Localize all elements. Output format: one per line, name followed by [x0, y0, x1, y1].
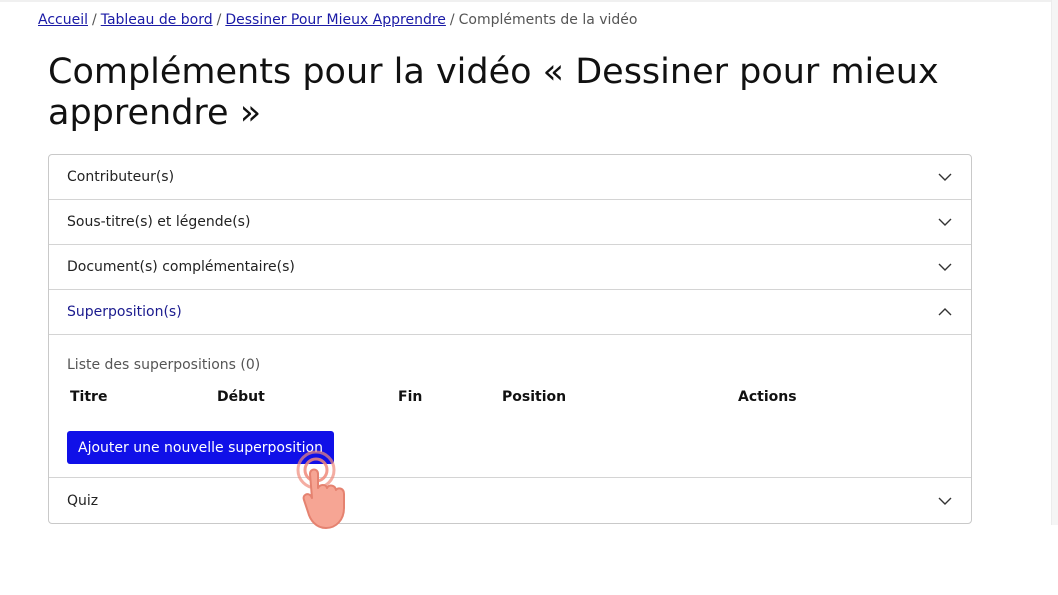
accordion-header-documents[interactable]: Document(s) complémentaire(s) — [49, 245, 971, 290]
column-header-position: Position — [502, 389, 567, 405]
completions-accordion: Contributeur(s) Sous-titre(s) et légende… — [48, 154, 972, 524]
column-header-title: Titre — [70, 389, 108, 405]
breadcrumb-link-home[interactable]: Accueil — [38, 12, 88, 28]
breadcrumb-current: Compléments de la vidéo — [458, 12, 638, 28]
overlays-list-title: Liste des superpositions (0) — [67, 357, 261, 373]
column-header-end: Fin — [398, 389, 423, 405]
hand-pointer-icon — [296, 450, 345, 529]
top-border — [0, 0, 1058, 2]
overlays-table-header: Titre Début Fin Position Actions — [67, 389, 953, 409]
accordion-header-label: Sous-titre(s) et légende(s) — [67, 214, 251, 230]
accordion-header-label: Superposition(s) — [67, 304, 182, 320]
accordion-header-label: Document(s) complémentaire(s) — [67, 259, 295, 275]
breadcrumb-link-video[interactable]: Dessiner Pour Mieux Apprendre — [225, 12, 446, 28]
accordion-header-label: Quiz — [67, 492, 99, 509]
breadcrumb-separator: / — [449, 12, 455, 28]
add-overlay-button[interactable]: Ajouter une nouvelle superposition — [67, 431, 334, 464]
overlays-panel: Liste des superpositions (0) Titre Début… — [49, 335, 971, 478]
breadcrumb: Accueil / Tableau de bord / Dessiner Pour Mi… — [38, 12, 637, 28]
column-header-actions: Actions — [738, 389, 797, 405]
breadcrumb-link-dashboard[interactable]: Tableau de bord — [101, 12, 213, 28]
chevron-down-icon — [938, 218, 952, 226]
chevron-down-icon — [938, 263, 952, 271]
accordion-header-subtitles[interactable]: Sous-titre(s) et légende(s) — [49, 200, 971, 245]
column-header-start: Début — [217, 389, 265, 405]
chevron-down-icon — [938, 173, 952, 181]
accordion-header-label: Contributeur(s) — [67, 169, 175, 185]
chevron-up-icon — [938, 308, 952, 316]
accordion-header-contributors[interactable]: Contributeur(s) — [49, 155, 971, 200]
breadcrumb-separator: / — [92, 12, 97, 28]
accordion-header-quiz[interactable]: Quiz — [49, 478, 971, 523]
breadcrumb-separator: / — [216, 12, 222, 28]
scrollbar-track[interactable] — [1051, 0, 1058, 525]
accordion-header-overlays[interactable]: Superposition(s) — [49, 290, 971, 335]
chevron-down-icon — [938, 497, 952, 505]
page-title: Compléments pour la vidéo « Dessiner pou… — [48, 52, 939, 133]
